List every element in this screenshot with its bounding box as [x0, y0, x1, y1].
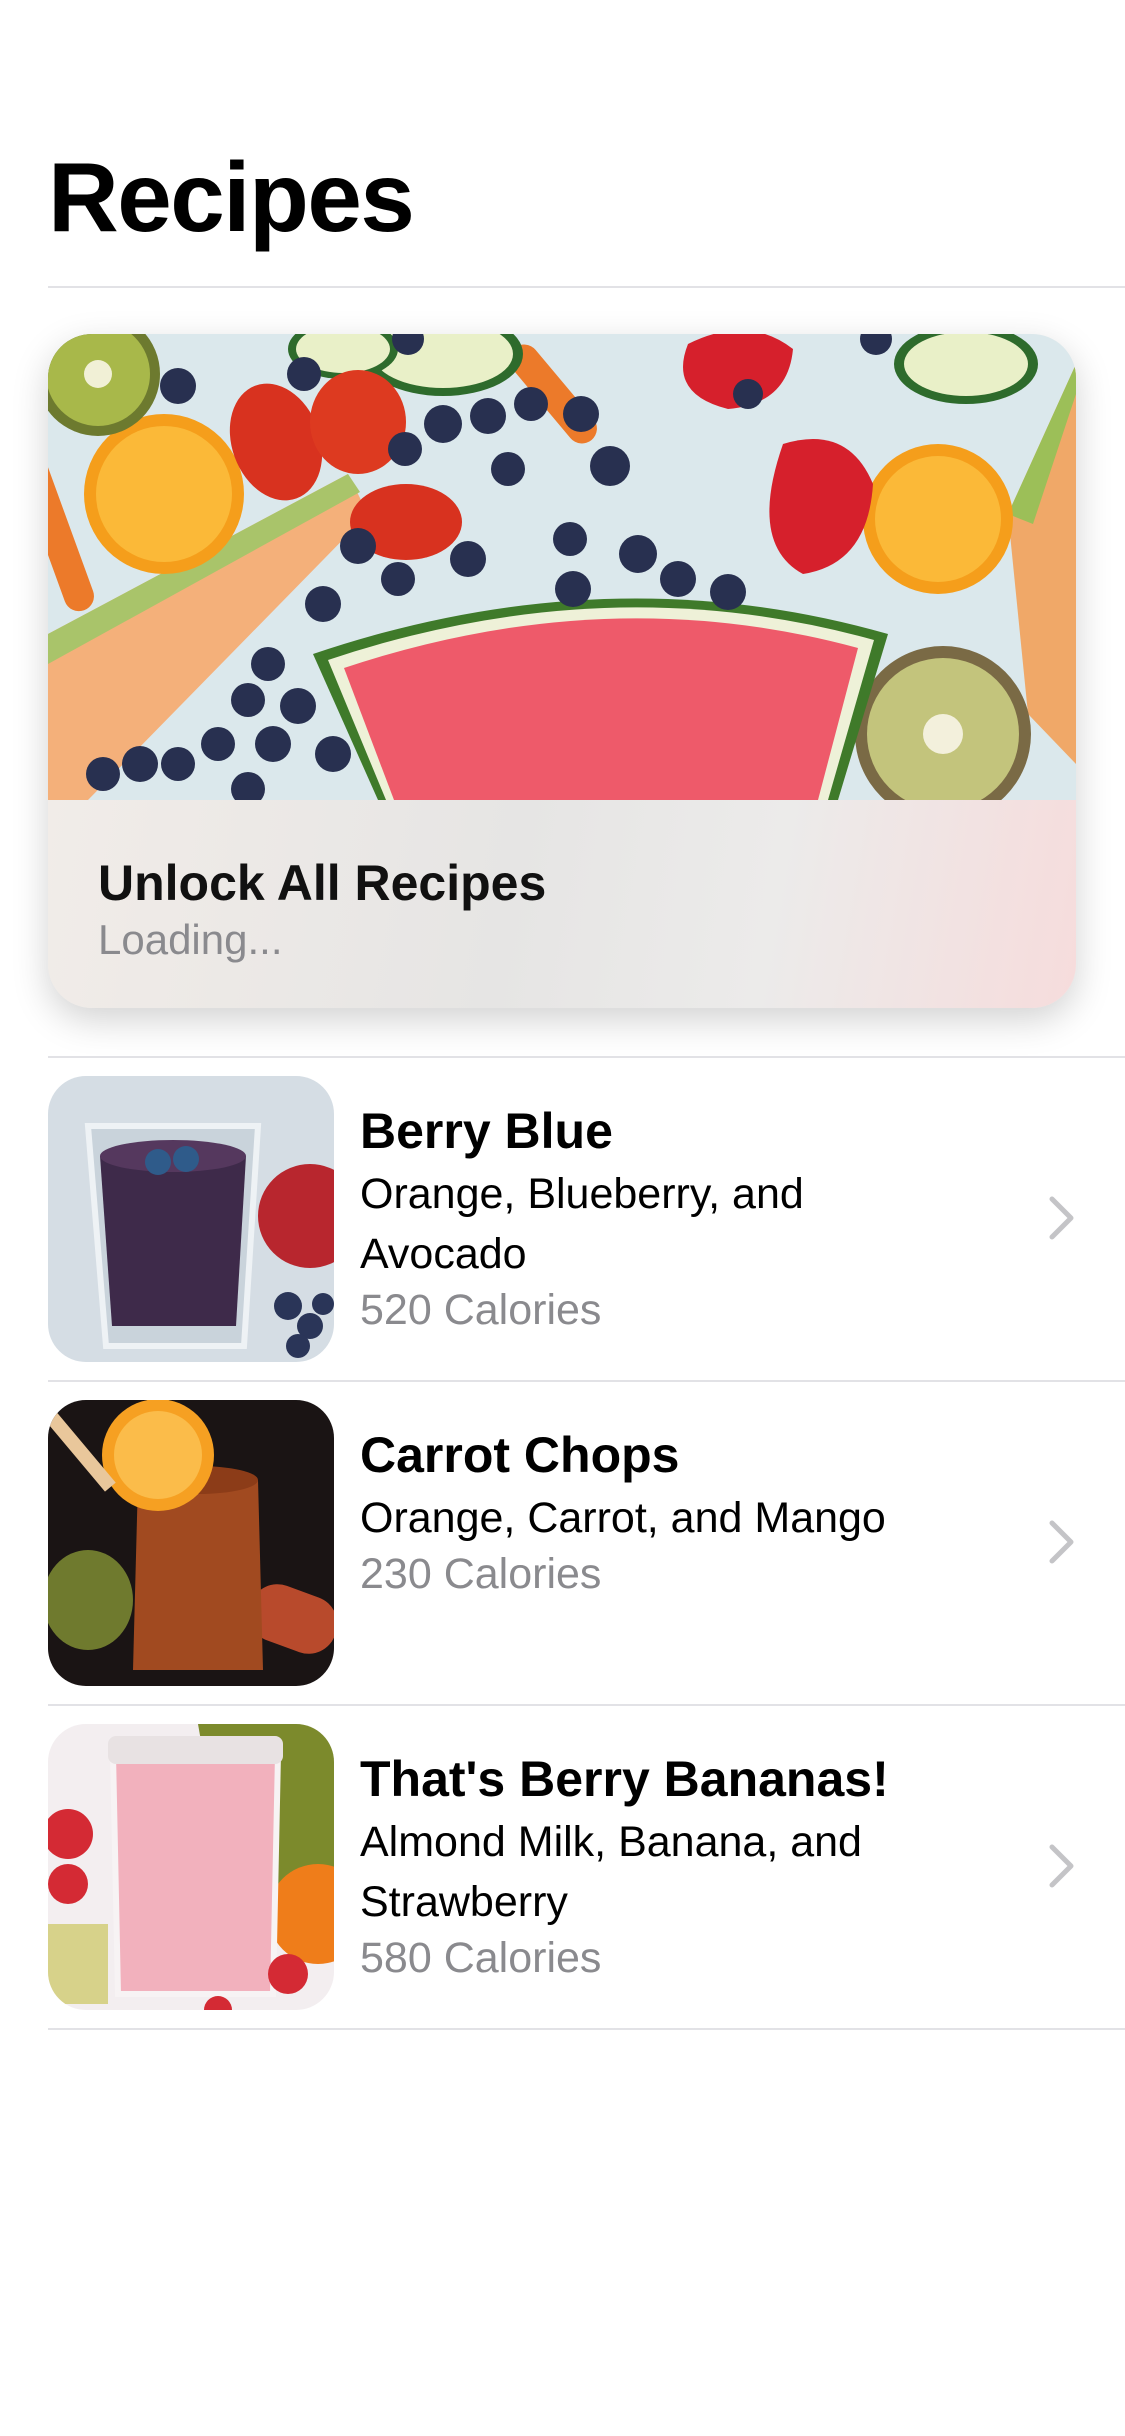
row-divider: [48, 2028, 1125, 2030]
recipe-ingredients: Almond Milk, Banana, and Strawberry: [360, 1818, 862, 1926]
unlock-card-footer: Unlock All Recipes Loading...: [48, 800, 1076, 1008]
chevron-right-icon: [1049, 1844, 1074, 1888]
recipe-thumbnail: [48, 1400, 334, 1686]
unlock-title: Unlock All Recipes: [98, 855, 547, 911]
recipes-screen: Recipes Unlock All Recipes Loading... Be…: [0, 0, 1125, 2436]
recipe-name: Berry Blue: [360, 1103, 613, 1159]
recipe-row-carrot-chops[interactable]: Carrot Chops Orange, Carrot, and Mango 2…: [0, 1382, 1125, 1704]
unlock-all-recipes-card[interactable]: Unlock All Recipes Loading...: [48, 334, 1076, 1008]
title-divider: [48, 286, 1125, 288]
chevron-right-icon: [1049, 1520, 1074, 1564]
recipe-thumbnail: [48, 1724, 334, 2010]
unlock-status: Loading...: [98, 916, 283, 963]
recipe-name: Carrot Chops: [360, 1427, 680, 1483]
recipe-row-berry-bananas[interactable]: That's Berry Bananas! Almond Milk, Banan…: [0, 1706, 1125, 2028]
recipe-calories: 520 Calories: [360, 1286, 602, 1334]
recipe-thumbnail: [48, 1076, 334, 1362]
chevron-right-icon: [1049, 1196, 1074, 1240]
fruit-hero-image: [48, 334, 1076, 800]
page-title: Recipes: [48, 142, 415, 252]
recipe-ingredients: Orange, Carrot, and Mango: [360, 1494, 886, 1542]
recipe-row-berry-blue[interactable]: Berry Blue Orange, Blueberry, and Avocad…: [0, 1058, 1125, 1380]
recipe-ingredients: Orange, Blueberry, and Avocado: [360, 1170, 804, 1278]
recipe-calories: 230 Calories: [360, 1550, 602, 1598]
recipe-calories: 580 Calories: [360, 1934, 602, 1982]
recipe-name: That's Berry Bananas!: [360, 1751, 889, 1807]
